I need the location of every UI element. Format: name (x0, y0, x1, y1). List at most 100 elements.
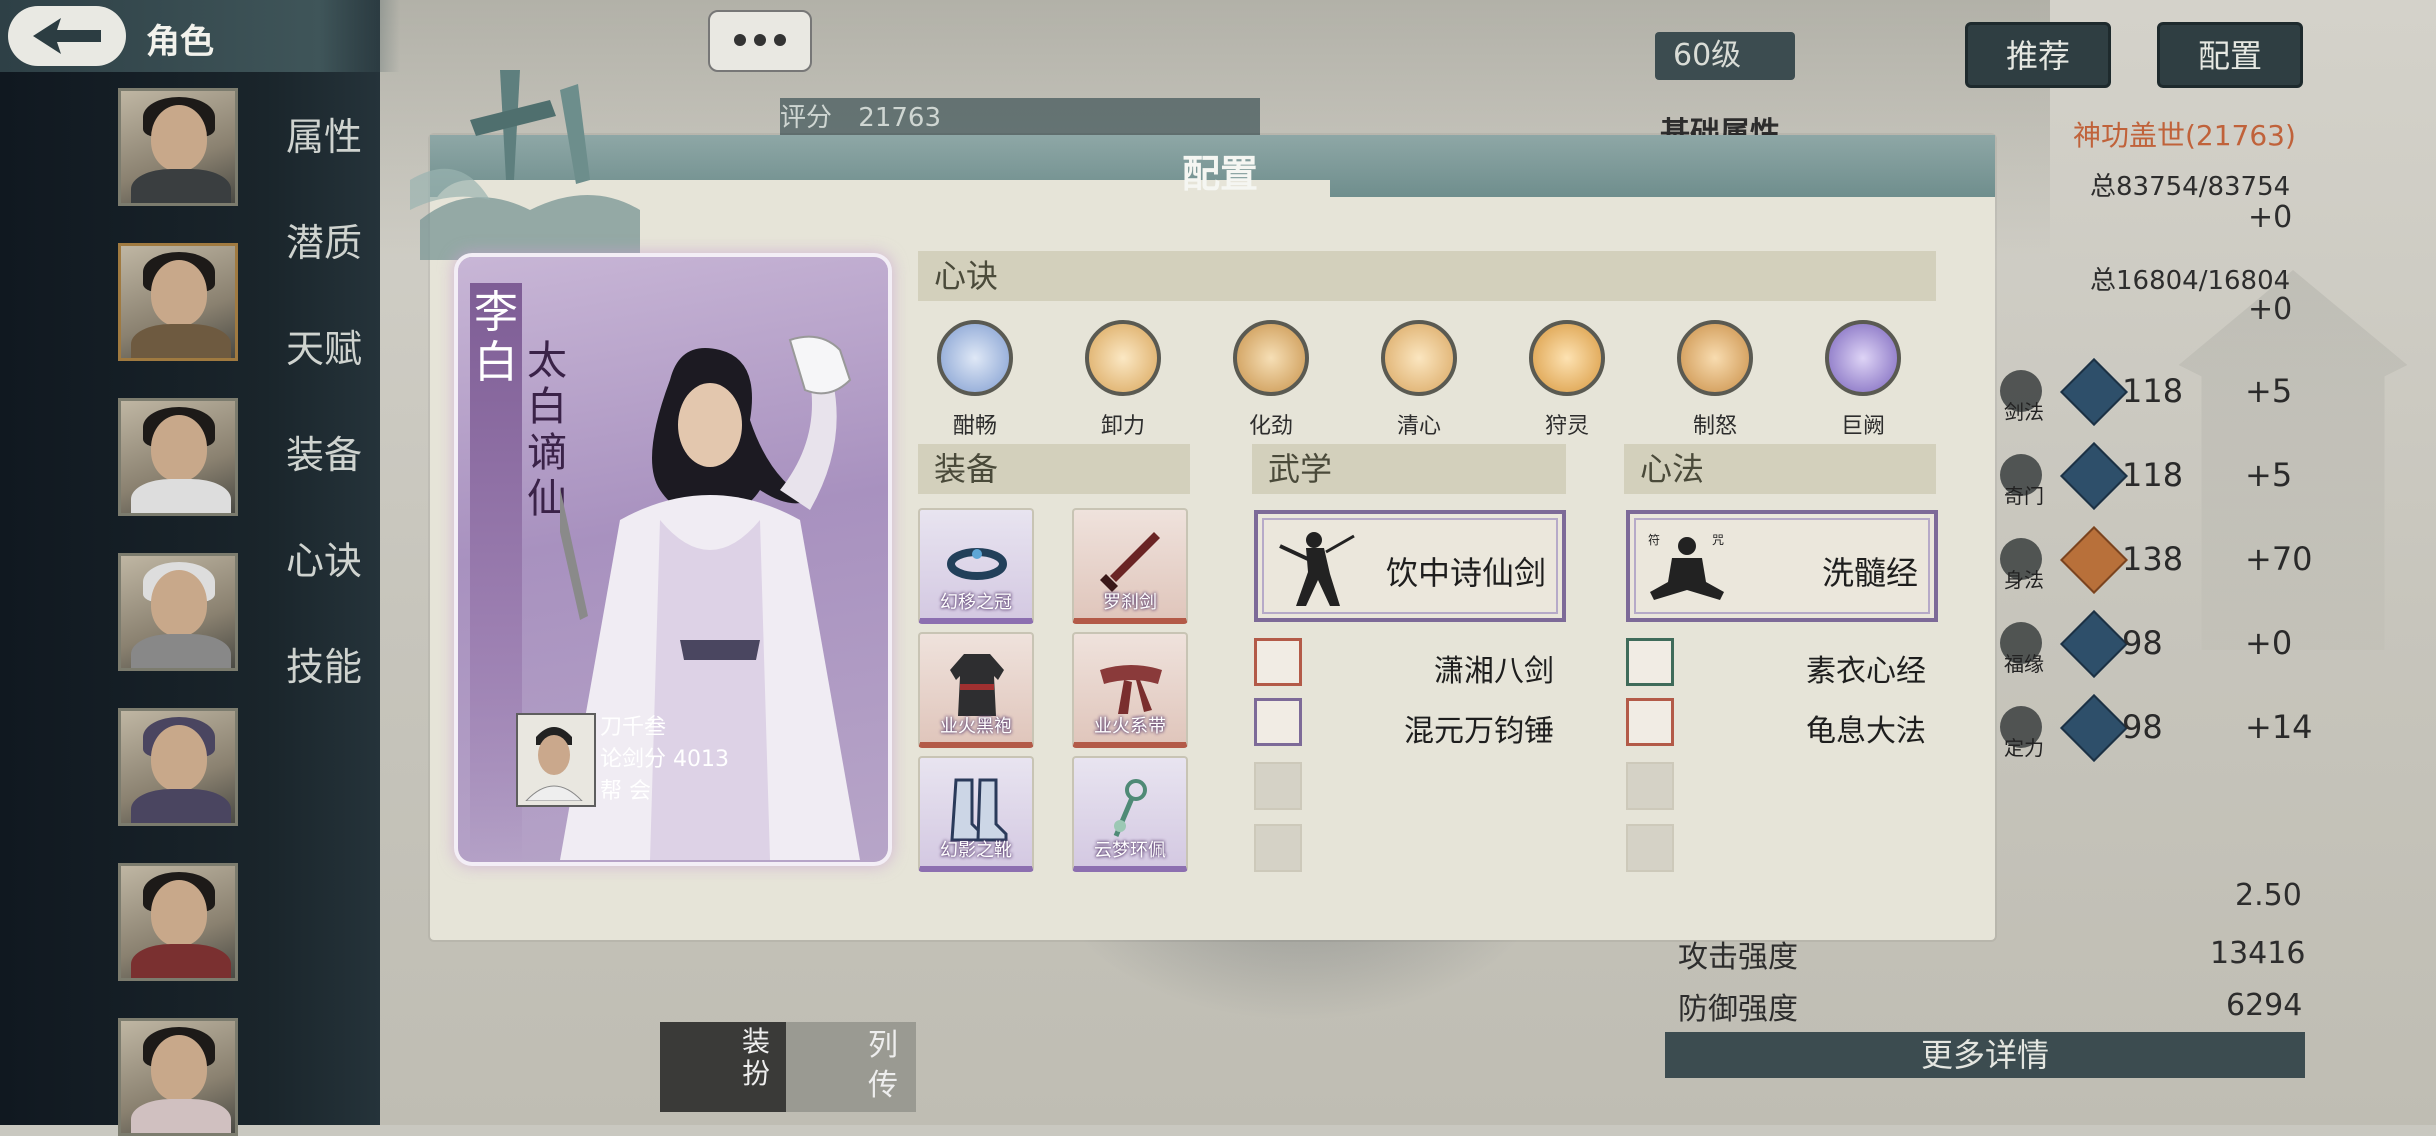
biography-button[interactable]: 列传 (786, 1022, 916, 1112)
equip-slot[interactable]: 幻移之冠 (918, 508, 1034, 624)
xinfa-sub-skill[interactable]: 素衣心经 (1626, 638, 1926, 689)
stat-row-shenfa: 身法 138 +70 (2000, 526, 2313, 594)
sword-score-label: 论剑分 (600, 747, 667, 772)
crown-icon (947, 548, 1007, 580)
chat-bubble-button[interactable] (708, 10, 812, 72)
score-value: 21763 (858, 103, 941, 133)
xinjue-label: 巨阙 (1840, 414, 1885, 439)
xinjue-label: 清心 (1396, 414, 1441, 439)
character-portrait[interactable] (118, 88, 238, 206)
stat-value: 138 (2122, 540, 2184, 578)
player-avatar[interactable] (516, 713, 596, 807)
more-details-button[interactable]: 更多详情 (1665, 1032, 2305, 1078)
player-name: 刀千叁 (600, 715, 667, 740)
grade-badge-icon (2060, 694, 2128, 762)
sword-icon (1100, 532, 1160, 592)
sword-score-value: 4013 (673, 747, 730, 772)
hp-bonus: +0 (2248, 200, 2293, 235)
player-avatar-portrait-icon (518, 715, 590, 802)
mp-bonus: +0 (2248, 292, 2293, 327)
menu-xinjue[interactable]: 心诀 (286, 530, 376, 585)
score-label: 评分 (780, 103, 833, 133)
recommend-button[interactable]: 推荐 (1965, 22, 2111, 88)
xinjue-huajin-icon (1233, 320, 1309, 396)
defense-label: 防御强度 (1678, 992, 1798, 1027)
character-portrait[interactable] (118, 1018, 238, 1136)
stat-row-dingli: 定力 98 +14 (2000, 694, 2313, 762)
wuxue-sub-icon (1254, 698, 1302, 746)
defense-value: 6294 (2226, 988, 2303, 1023)
equip-slot[interactable]: 幻影之靴 (918, 756, 1034, 872)
xinjue-item[interactable]: 清心 (1369, 320, 1469, 440)
empty-skill-slot[interactable] (1626, 762, 1674, 810)
xinjue-shouling-icon (1529, 320, 1605, 396)
menu-attributes[interactable]: 属性 (286, 106, 376, 161)
dress-up-button[interactable]: 装扮 (660, 1022, 790, 1112)
xinfa-sub-name: 龟息大法 (1806, 714, 1926, 749)
title-badge: 神功盖世(21763) (2073, 119, 2296, 152)
back-button[interactable] (8, 6, 126, 66)
xinjue-hanchang-icon (937, 320, 1013, 396)
svg-text:符: 符 (1648, 532, 1660, 547)
xinfa-main-skill[interactable]: 符咒 洗髓经 (1626, 510, 1938, 622)
stat-value: 98 (2122, 708, 2163, 746)
belt-icon (1100, 665, 1162, 714)
wuxue-sub-skill[interactable]: 潇湘八剑 (1254, 638, 1554, 689)
xinjue-qingxin-icon (1381, 320, 1457, 396)
stat-value: 118 (2122, 372, 2184, 410)
equip-slot[interactable]: 云梦环佩 (1072, 756, 1188, 872)
dialog-title: 配置 (1181, 152, 1258, 196)
sword-decoration-icon (410, 70, 640, 260)
equip-slot[interactable]: 业火黑袍 (918, 632, 1034, 748)
extra-stat-value: 2.50 (2235, 878, 2302, 913)
stat-bonus: +5 (2245, 456, 2293, 494)
level-badge: 60级 (1655, 32, 1795, 80)
xinjue-item[interactable]: 狩灵 (1517, 320, 1617, 440)
xinjue-item[interactable]: 酣畅 (925, 320, 1025, 440)
menu-skills[interactable]: 技能 (286, 636, 376, 691)
empty-skill-slot[interactable] (1254, 762, 1302, 810)
character-portrait[interactable] (118, 863, 238, 981)
config-button[interactable]: 配置 (2157, 22, 2303, 88)
xinjue-zhinu-icon (1677, 320, 1753, 396)
empty-skill-slot[interactable] (1626, 824, 1674, 872)
character-portrait[interactable] (118, 708, 238, 826)
equip-label: 业火黑袍 (940, 716, 1012, 737)
xinfa-header: 心法 (1624, 444, 1936, 494)
attack-value: 13416 (2210, 936, 2306, 971)
stat-label: 奇门 (2004, 484, 2044, 508)
back-arrow-icon (33, 18, 101, 54)
wuxue-sub-skill[interactable]: 混元万钧锤 (1254, 698, 1554, 749)
character-portrait[interactable] (118, 243, 238, 361)
menu-potential[interactable]: 潜质 (286, 212, 376, 267)
boots-icon (950, 778, 1008, 842)
menu-equipment[interactable]: 装备 (286, 424, 376, 479)
xinfa-sub-name: 素衣心经 (1806, 654, 1926, 689)
character-portrait[interactable] (118, 553, 238, 671)
xinjue-item[interactable]: 制怒 (1665, 320, 1765, 440)
menu-talent[interactable]: 天赋 (286, 318, 376, 373)
xinfa-sub-skill[interactable]: 龟息大法 (1626, 698, 1926, 749)
equip-slot[interactable]: 业火系带 (1072, 632, 1188, 748)
stat-row-sword: 剑法 118 +5 (2000, 358, 2300, 426)
equip-slot[interactable]: 罗刹剑 (1072, 508, 1188, 624)
wuxue-sub-icon (1254, 638, 1302, 686)
wuxue-main-name: 饮中诗仙剑 (1385, 554, 1546, 592)
xinjue-item[interactable]: 化劲 (1221, 320, 1321, 440)
character-portrait[interactable] (118, 398, 238, 516)
equip-label: 业火系带 (1094, 716, 1166, 737)
xinjue-item[interactable]: 巨阙 (1813, 320, 1913, 440)
grade-badge-icon (2060, 442, 2128, 510)
xinfa-sub-icon (1626, 698, 1674, 746)
page-title: 角色 (146, 22, 214, 62)
hp-total: 总83754/83754 (2090, 172, 2291, 202)
xinfa-sub-icon (1626, 638, 1674, 686)
grade-badge-icon (2060, 610, 2128, 678)
ellipsis-icon (734, 34, 786, 46)
empty-skill-slot[interactable] (1254, 824, 1302, 872)
wuxue-main-skill[interactable]: 饮中诗仙剑 (1254, 510, 1566, 622)
meditating-figure-icon: 符咒 (1648, 532, 1724, 600)
wuxue-sub-name: 混元万钧锤 (1404, 714, 1554, 749)
equipment-header: 装备 (918, 444, 1190, 494)
xinjue-item[interactable]: 卸力 (1073, 320, 1173, 440)
